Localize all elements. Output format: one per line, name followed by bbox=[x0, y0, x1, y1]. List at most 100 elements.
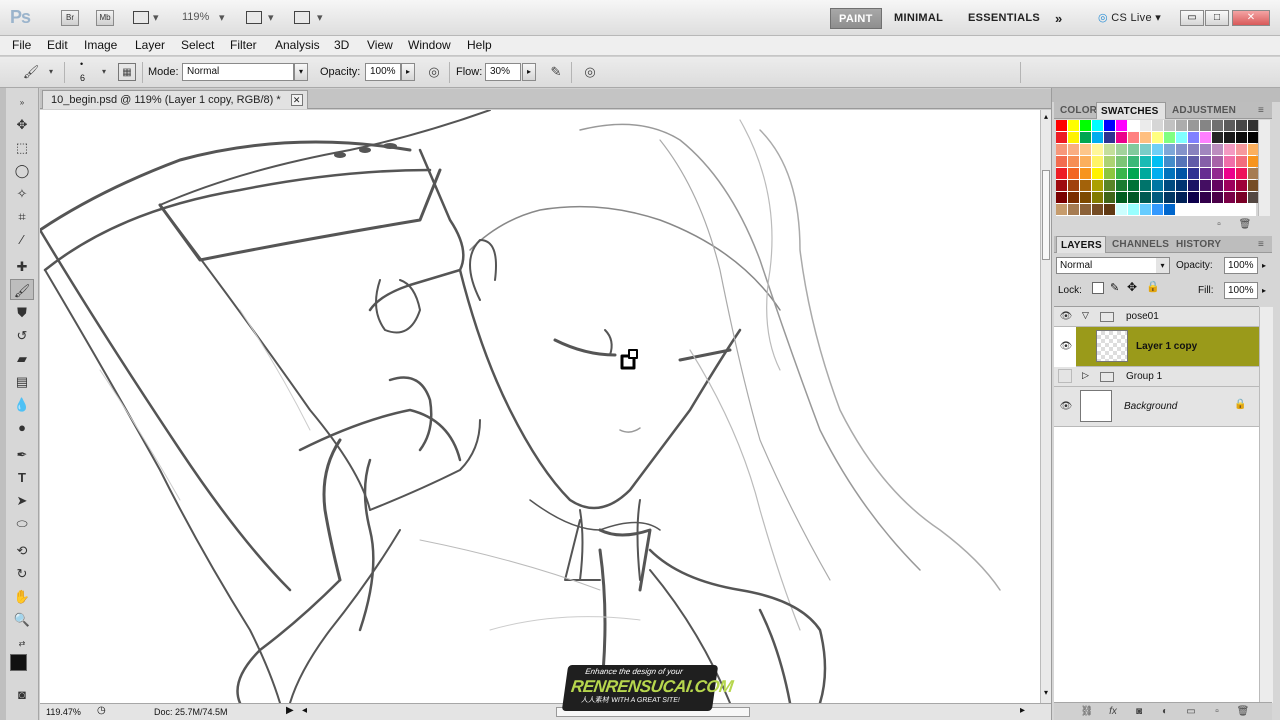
color-swatch[interactable] bbox=[1188, 192, 1199, 203]
visibility-eye-icon[interactable]: 👁 bbox=[1058, 399, 1074, 415]
menu-select[interactable]: Select bbox=[181, 38, 214, 52]
link-layers-icon[interactable]: ⛓ bbox=[1080, 705, 1094, 719]
3d-rotate-tool-icon[interactable]: ⟲ bbox=[10, 540, 34, 561]
color-swatch[interactable] bbox=[1056, 168, 1067, 179]
color-swatch[interactable] bbox=[1212, 168, 1223, 179]
color-swatch[interactable] bbox=[1080, 120, 1091, 131]
color-swatch[interactable] bbox=[1236, 180, 1247, 191]
menu-window[interactable]: Window bbox=[408, 38, 451, 52]
tab-history[interactable]: HISTORY bbox=[1172, 236, 1232, 253]
color-swatch[interactable] bbox=[1128, 120, 1139, 131]
mini-bridge-button[interactable]: Mb bbox=[96, 10, 114, 26]
brush-preset-icon[interactable]: 🖌 bbox=[22, 63, 40, 81]
color-swatch[interactable] bbox=[1236, 132, 1247, 143]
chevron-down-icon[interactable]: ▾ bbox=[1156, 258, 1169, 273]
tab-layers[interactable]: LAYERS bbox=[1056, 236, 1106, 253]
swatches-scrollbar[interactable] bbox=[1258, 120, 1270, 216]
history-brush-tool-icon[interactable]: ↺ bbox=[10, 325, 34, 346]
color-swatch[interactable] bbox=[1140, 168, 1151, 179]
scroll-down-icon[interactable]: ▾ bbox=[1041, 688, 1051, 697]
color-swatch[interactable] bbox=[1068, 120, 1079, 131]
color-swatch[interactable] bbox=[1224, 168, 1235, 179]
clone-stamp-tool-icon[interactable]: ⛊ bbox=[10, 302, 34, 323]
color-swatch[interactable] bbox=[1056, 180, 1067, 191]
color-swatch[interactable] bbox=[1128, 180, 1139, 191]
type-tool-icon[interactable]: T bbox=[10, 467, 34, 488]
scroll-thumb[interactable] bbox=[1042, 170, 1050, 260]
color-swatch[interactable] bbox=[1224, 180, 1235, 191]
ellipse-tool-icon[interactable]: ⬭ bbox=[10, 513, 34, 534]
status-menu-icon[interactable]: ▶ bbox=[286, 705, 294, 716]
color-swatch[interactable] bbox=[1212, 120, 1223, 131]
color-swatch[interactable] bbox=[1056, 144, 1067, 155]
quick-selection-tool-icon[interactable]: ✧ bbox=[10, 183, 34, 204]
close-document-icon[interactable]: ✕ bbox=[290, 94, 303, 106]
color-swatch[interactable] bbox=[1116, 120, 1127, 131]
color-swatch[interactable] bbox=[1092, 168, 1103, 179]
view-extras-icon[interactable] bbox=[133, 11, 149, 24]
pen-tool-icon[interactable]: ✒ bbox=[10, 444, 34, 465]
color-swatch[interactable] bbox=[1140, 204, 1151, 215]
color-swatch[interactable] bbox=[1128, 192, 1139, 203]
gradient-tool-icon[interactable]: ▤ bbox=[10, 371, 34, 392]
color-swatch[interactable] bbox=[1236, 156, 1247, 167]
lock-pixels-icon[interactable]: ✎ bbox=[1110, 281, 1119, 294]
layer-row-layer-1-copy[interactable]: Layer 1 copy bbox=[1076, 327, 1259, 367]
document-tab[interactable]: 10_begin.psd @ 119% (Layer 1 copy, RGB/8… bbox=[42, 90, 308, 109]
color-swatch[interactable] bbox=[1188, 120, 1199, 131]
color-swatch[interactable] bbox=[1140, 192, 1151, 203]
flow-slider-toggle[interactable]: ▸ bbox=[522, 63, 536, 81]
move-tool-icon[interactable]: ✥ bbox=[10, 114, 34, 135]
layer-style-icon[interactable]: fx bbox=[1106, 705, 1120, 719]
color-swatch[interactable] bbox=[1068, 204, 1079, 215]
color-swatch[interactable] bbox=[1200, 144, 1211, 155]
lock-position-icon[interactable]: ✥ bbox=[1127, 280, 1137, 294]
color-swatch[interactable] bbox=[1068, 144, 1079, 155]
color-swatch[interactable] bbox=[1080, 180, 1091, 191]
color-swatch[interactable] bbox=[1152, 180, 1163, 191]
color-swatch[interactable] bbox=[1128, 168, 1139, 179]
minimize-button[interactable]: ▭ bbox=[1180, 10, 1204, 26]
color-swatch[interactable] bbox=[1224, 156, 1235, 167]
document-canvas[interactable] bbox=[40, 110, 1040, 703]
color-swatch[interactable] bbox=[1056, 120, 1067, 131]
color-swatch[interactable] bbox=[1152, 156, 1163, 167]
color-swatch[interactable] bbox=[1188, 144, 1199, 155]
color-swatch[interactable] bbox=[1140, 180, 1151, 191]
tab-swatches[interactable]: SWATCHES bbox=[1096, 102, 1166, 119]
blur-tool-icon[interactable]: 💧 bbox=[10, 394, 34, 415]
bridge-button[interactable]: Br bbox=[61, 10, 79, 26]
quick-mask-icon[interactable]: ◙ bbox=[10, 684, 34, 705]
tab-channels[interactable]: CHANNELS bbox=[1108, 236, 1170, 253]
color-swatch[interactable] bbox=[1176, 156, 1187, 167]
cs-live-button[interactable]: ◎ CS Live ▾ bbox=[1090, 8, 1169, 29]
color-swatch[interactable] bbox=[1068, 156, 1079, 167]
dodge-tool-icon[interactable]: ● bbox=[10, 417, 34, 438]
scroll-right-icon[interactable]: ▸ bbox=[1020, 705, 1025, 716]
color-swatch[interactable] bbox=[1116, 156, 1127, 167]
color-swatch[interactable] bbox=[1104, 204, 1115, 215]
color-swatch[interactable] bbox=[1056, 192, 1067, 203]
color-swatch[interactable] bbox=[1212, 192, 1223, 203]
menu-3d[interactable]: 3D bbox=[334, 38, 349, 52]
healing-brush-tool-icon[interactable]: ✚ bbox=[10, 256, 34, 277]
color-swatch[interactable] bbox=[1164, 168, 1175, 179]
delete-layer-icon[interactable]: 🗑 bbox=[1236, 705, 1250, 719]
chevron-down-icon[interactable]: ▾ bbox=[95, 63, 113, 81]
color-swatch[interactable] bbox=[1236, 120, 1247, 131]
menu-analysis[interactable]: Analysis bbox=[275, 38, 320, 52]
layer-row-group-1[interactable]: ▷ Group 1 bbox=[1054, 367, 1259, 387]
color-swatch[interactable] bbox=[1200, 120, 1211, 131]
menu-view[interactable]: View bbox=[367, 38, 393, 52]
vertical-scrollbar[interactable]: ▴ ▾ bbox=[1040, 110, 1051, 703]
fill-input[interactable]: 100% bbox=[1224, 282, 1258, 299]
workspace-essentials-button[interactable]: ESSENTIALS bbox=[960, 8, 1048, 29]
menu-help[interactable]: Help bbox=[467, 38, 492, 52]
tab-color[interactable]: COLOR bbox=[1056, 102, 1096, 119]
color-swatch[interactable] bbox=[1116, 180, 1127, 191]
color-swatch[interactable] bbox=[1200, 132, 1211, 143]
color-swatch[interactable] bbox=[1152, 120, 1163, 131]
color-swatch[interactable] bbox=[1224, 132, 1235, 143]
workspace-paint-button[interactable]: PAINT bbox=[830, 8, 882, 29]
color-swatch[interactable] bbox=[1080, 192, 1091, 203]
